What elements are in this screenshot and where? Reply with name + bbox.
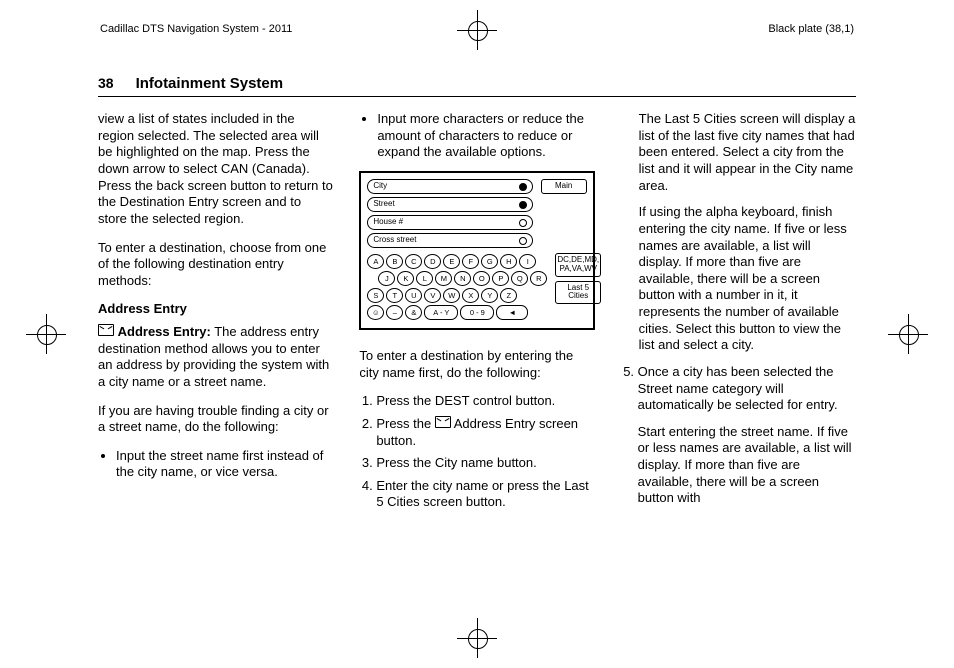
key: N (454, 271, 471, 286)
button-last5: Last 5 Cities (555, 281, 601, 305)
key-smile-icon: ☺ (367, 305, 384, 320)
key: R (530, 271, 547, 286)
field-label: Cross street (373, 235, 416, 245)
key: A (367, 254, 384, 269)
key: L (416, 271, 433, 286)
field-house: House # (367, 215, 532, 230)
bullet-list: Input more characters or reduce the amou… (359, 111, 594, 161)
field-street: Street (367, 197, 532, 212)
list-item: Press the DEST control button. (376, 393, 594, 410)
crop-mark-left (26, 314, 66, 354)
text: Once a city has been selected the Street… (638, 364, 838, 412)
key: X (462, 288, 479, 303)
key: D (424, 254, 441, 269)
ordered-list: Press the DEST control button. Press the… (359, 393, 594, 511)
page-header: 38 Infotainment System (98, 74, 856, 97)
column-2: Input more characters or reduce the amou… (359, 111, 594, 521)
key: P (492, 271, 509, 286)
key-0-9: 0 - 9 (460, 305, 494, 320)
key: Q (511, 271, 528, 286)
key: T (386, 288, 403, 303)
key: S (367, 288, 384, 303)
text: Press the (376, 416, 435, 431)
key: M (435, 271, 452, 286)
key: O (473, 271, 490, 286)
key: U (405, 288, 422, 303)
key: I (519, 254, 536, 269)
crop-mark-bottom (457, 618, 497, 658)
key: C (405, 254, 422, 269)
page-number: 38 (98, 75, 114, 93)
radio-empty-icon (519, 219, 527, 227)
kb-row-4: ☺ – & A - Y 0 - 9 ◄ (367, 305, 547, 320)
button-region: DC,DE,MD, PA,VA,WV (555, 253, 601, 277)
field-label: City (373, 181, 387, 191)
running-header-left: Cadillac DTS Navigation System - 2011 (100, 22, 292, 36)
keyboard: A B C D E F G H I (367, 254, 547, 322)
field-label: House # (373, 217, 403, 227)
key-amp: & (405, 305, 422, 320)
paragraph: To enter a destination by entering the c… (359, 348, 594, 381)
key: B (386, 254, 403, 269)
paragraph: The Last 5 Cities screen will display a … (639, 111, 856, 194)
key: F (462, 254, 479, 269)
bullet-list: Input the street name first instead of t… (98, 448, 333, 481)
label-address-entry: Address Entry: (118, 324, 211, 339)
crop-mark-right (888, 314, 928, 354)
subheading-address-entry: Address Entry (98, 301, 333, 318)
paragraph: To enter a destination, choose from one … (98, 240, 333, 290)
column-1: view a list of states included in the re… (98, 111, 333, 521)
radio-empty-icon (519, 237, 527, 245)
input-fields: City Street House # Cross street (367, 179, 532, 251)
button-main: Main (541, 179, 587, 194)
columns: view a list of states included in the re… (98, 111, 856, 521)
content: 38 Infotainment System view a list of st… (98, 74, 856, 521)
key: V (424, 288, 441, 303)
kb-row-3: S T U V W X Y Z (367, 288, 547, 303)
key: E (443, 254, 460, 269)
radio-filled-icon (519, 183, 527, 191)
key-dash-icon: – (386, 305, 403, 320)
running-header-right: Black plate (38,1) (768, 22, 854, 36)
key: G (481, 254, 498, 269)
column-3: The Last 5 Cities screen will display a … (621, 111, 856, 521)
key-spacer (367, 271, 376, 284)
paragraph: Start entering the street name. If five … (638, 424, 856, 507)
paragraph: If you are having trouble finding a city… (98, 403, 333, 436)
key: J (378, 271, 395, 286)
paragraph: Address Entry: The address entry destina… (98, 324, 333, 391)
side-buttons-lower: DC,DE,MD, PA,VA,WV Last 5 Cities (555, 251, 601, 322)
paragraph: view a list of states included in the re… (98, 111, 333, 227)
list-item: Once a city has been selected the Street… (638, 364, 856, 507)
ordered-list: Once a city has been selected the Street… (621, 364, 856, 507)
crop-mark-top (457, 10, 497, 50)
mail-icon (98, 324, 114, 336)
key: Z (500, 288, 517, 303)
list-item: Input more characters or reduce the amou… (377, 111, 594, 161)
key-a-y: A - Y (424, 305, 458, 320)
key: K (397, 271, 414, 286)
page: Cadillac DTS Navigation System - 2011 Bl… (0, 0, 954, 668)
list-item: Press the City name button. (376, 455, 594, 472)
page-title: Infotainment System (136, 74, 284, 93)
key: W (443, 288, 460, 303)
radio-filled-icon (519, 201, 527, 209)
mail-icon (435, 416, 451, 428)
continued-sublist: The Last 5 Cities screen will display a … (621, 111, 856, 354)
field-label: Street (373, 199, 394, 209)
field-cross-street: Cross street (367, 233, 532, 248)
list-item: Enter the city name or press the Last 5 … (376, 478, 594, 511)
paragraph: If using the alpha keyboard, finish ente… (639, 204, 856, 354)
key: H (500, 254, 517, 269)
kb-row-1: A B C D E F G H I (367, 254, 547, 269)
field-city: City (367, 179, 532, 194)
list-item: Input the street name first instead of t… (116, 448, 333, 481)
keypad-figure: City Street House # Cross street Main A (359, 171, 594, 330)
kb-row-2: J K L M N O P Q R (367, 271, 547, 286)
side-buttons: Main (541, 179, 587, 251)
key: Y (481, 288, 498, 303)
key-back-icon: ◄ (496, 305, 528, 320)
list-item: Press the Address Entry screen button. (376, 416, 594, 449)
